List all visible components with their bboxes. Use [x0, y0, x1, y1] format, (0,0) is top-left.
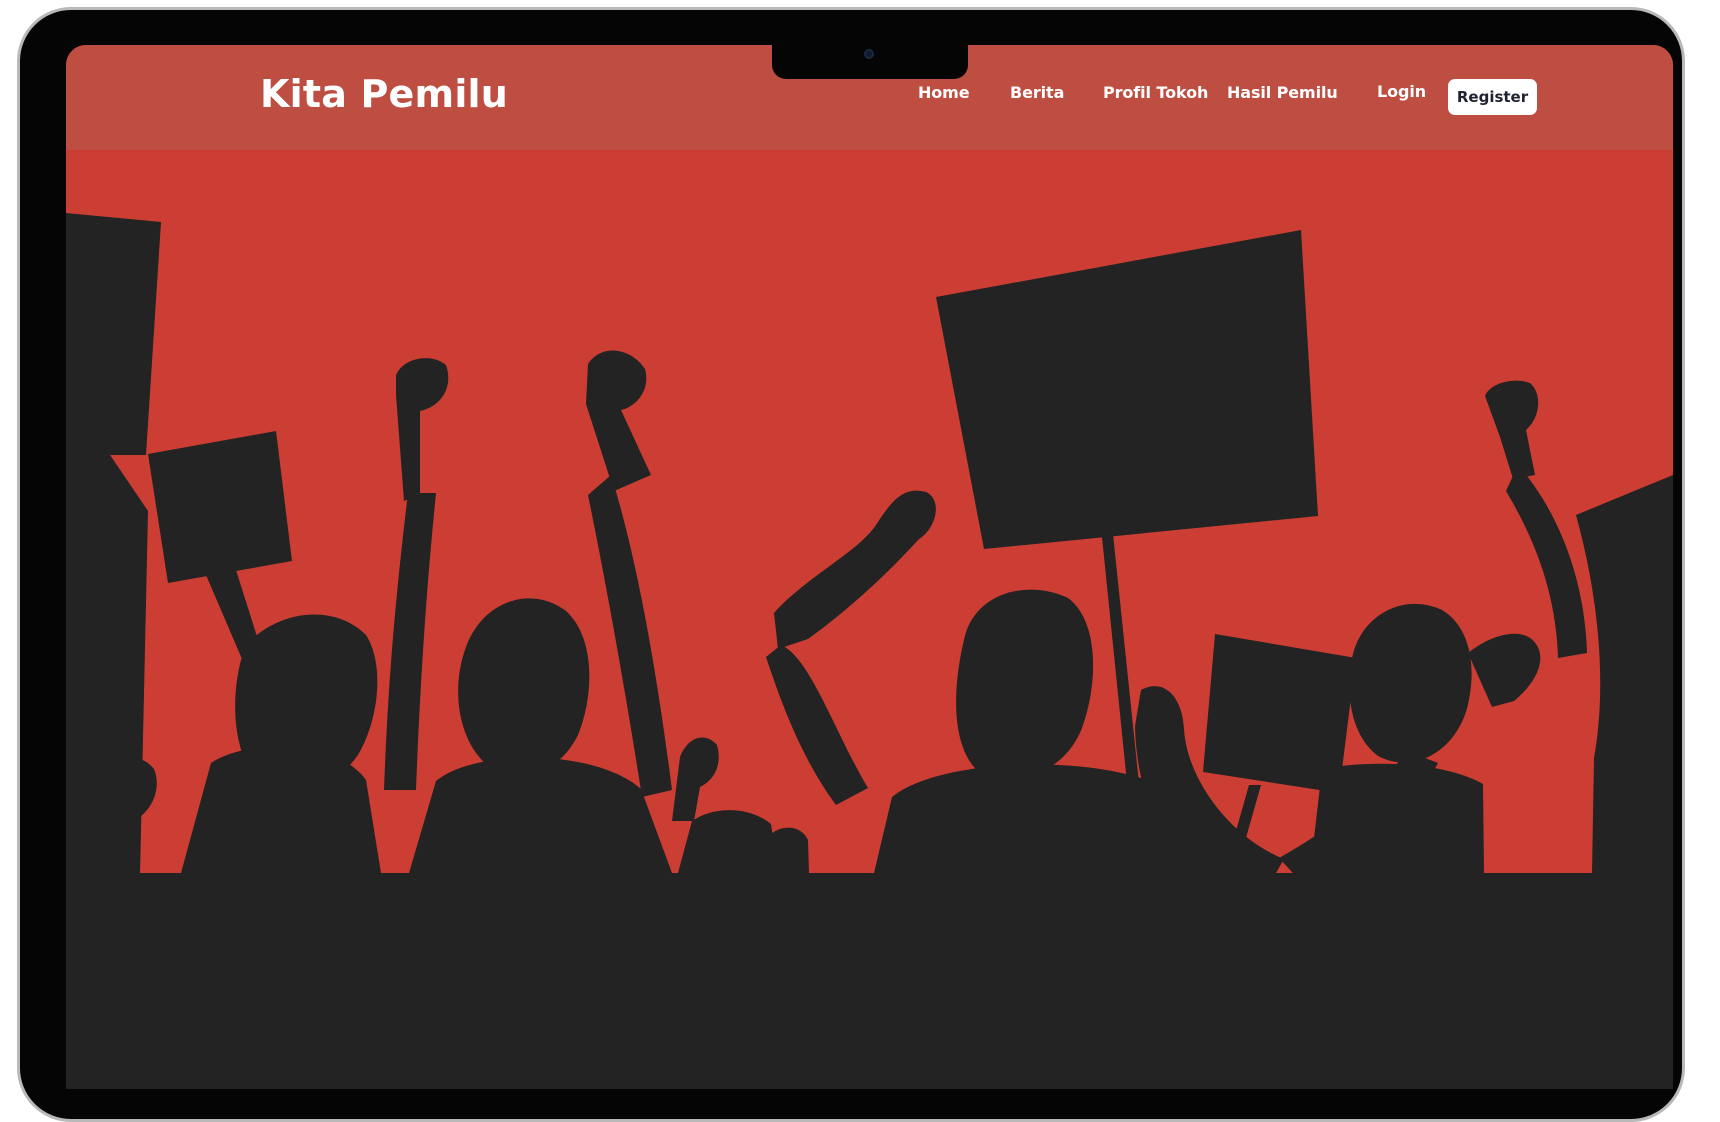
- laptop-notch: [772, 45, 968, 79]
- laptop-frame: Kita Pemilu Home Berita Profil Tokoh Has…: [17, 7, 1685, 1122]
- hero-section: [66, 45, 1673, 1089]
- nav-home[interactable]: Home: [918, 85, 970, 101]
- hero-illustration: [66, 45, 1673, 1089]
- website-screen: Kita Pemilu Home Berita Profil Tokoh Has…: [66, 45, 1673, 1089]
- register-button[interactable]: Register: [1448, 79, 1537, 115]
- login-link[interactable]: Login: [1377, 84, 1426, 100]
- nav-berita[interactable]: Berita: [1010, 85, 1064, 101]
- camera-icon: [864, 49, 874, 59]
- nav-hasil-pemilu[interactable]: Hasil Pemilu: [1227, 85, 1338, 101]
- nav-profil-tokoh[interactable]: Profil Tokoh: [1103, 85, 1208, 101]
